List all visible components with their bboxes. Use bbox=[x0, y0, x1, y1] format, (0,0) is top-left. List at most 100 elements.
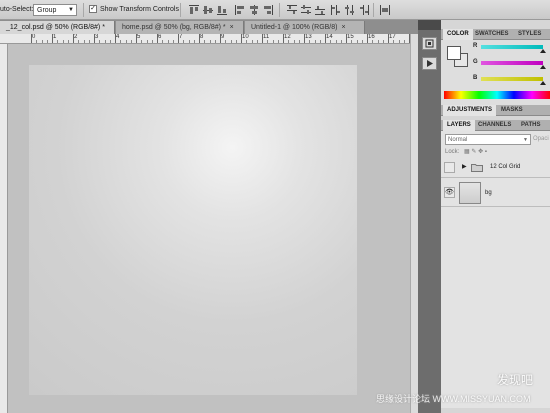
ruler-minor-tick bbox=[172, 40, 174, 43]
ruler-minor-tick bbox=[398, 40, 400, 43]
dock-collapse-bar[interactable] bbox=[418, 20, 441, 30]
ruler-minor-tick bbox=[62, 40, 64, 43]
history-panel-icon[interactable] bbox=[422, 37, 437, 50]
ruler-minor-tick bbox=[372, 40, 374, 43]
close-icon[interactable]: × bbox=[341, 24, 345, 31]
options-separator bbox=[83, 3, 84, 17]
ruler-minor-tick bbox=[193, 40, 195, 43]
lock-position-icon[interactable]: ✥ bbox=[478, 149, 483, 155]
blend-mode-dropdown[interactable]: Normal ▼ bbox=[445, 134, 531, 145]
align-left-icon[interactable] bbox=[234, 4, 246, 16]
ruler-tick bbox=[304, 34, 305, 43]
ruler-minor-tick bbox=[183, 40, 185, 43]
lock-all-icon[interactable]: ▪ bbox=[485, 149, 487, 155]
ruler-tick bbox=[283, 34, 284, 43]
ruler-tick bbox=[52, 34, 53, 43]
green-slider-knob[interactable] bbox=[540, 65, 546, 69]
color-spectrum-bar[interactable] bbox=[444, 91, 550, 99]
visibility-toggle[interactable] bbox=[444, 162, 455, 173]
auto-select-label: uto-Select: bbox=[0, 6, 34, 13]
ruler-tick bbox=[325, 34, 326, 43]
align-top-icon[interactable] bbox=[188, 4, 200, 16]
ruler-tick bbox=[115, 34, 116, 43]
layer-name: 12 Col Grid bbox=[490, 164, 521, 170]
ruler-minor-tick bbox=[99, 40, 101, 43]
tab-layers[interactable]: LAYERS bbox=[443, 120, 475, 131]
ruler-minor-tick bbox=[88, 40, 90, 43]
ruler-minor-tick bbox=[104, 40, 106, 43]
ruler-minor-tick bbox=[246, 40, 248, 43]
ruler-minor-tick bbox=[67, 40, 69, 43]
distribute-top-icon[interactable] bbox=[286, 4, 298, 16]
ruler-minor-tick bbox=[204, 40, 206, 43]
visibility-toggle[interactable]: 👁 bbox=[444, 187, 455, 198]
red-slider-label: R bbox=[473, 43, 478, 49]
layer-row-bg[interactable]: 👁 bg bbox=[441, 179, 550, 207]
ruler-number: 2 bbox=[74, 34, 78, 40]
ruler-tick bbox=[346, 34, 347, 43]
actions-panel-icon[interactable] bbox=[422, 57, 437, 70]
distribute-bottom-icon[interactable] bbox=[314, 4, 326, 16]
tab-home[interactable]: home.psd @ 50% (bg, RGB/8#) * × bbox=[116, 21, 244, 34]
chevron-down-icon: ▼ bbox=[68, 7, 74, 13]
auto-align-icon[interactable] bbox=[379, 4, 391, 16]
red-slider-knob[interactable] bbox=[540, 49, 546, 53]
opacity-label: Opaci bbox=[533, 136, 549, 142]
ruler-minor-tick bbox=[361, 40, 363, 43]
ruler-minor-tick bbox=[141, 40, 143, 43]
blue-slider[interactable] bbox=[481, 77, 543, 81]
ruler-tick bbox=[220, 34, 221, 43]
ruler-number: 6 bbox=[158, 34, 162, 40]
tab-swatches[interactable]: SWATCHES bbox=[471, 29, 513, 40]
ruler-minor-tick bbox=[309, 40, 311, 43]
canvas-workspace[interactable] bbox=[8, 44, 410, 413]
tab-masks[interactable]: MASKS bbox=[497, 105, 527, 116]
layers-panel: Normal ▼ Opaci Lock: ▦ ✎ ✥ ▪ ▶ 12 Col Gr… bbox=[441, 131, 550, 408]
auto-select-dropdown[interactable]: Group ▼ bbox=[33, 4, 77, 16]
expand-arrow-icon[interactable]: ▶ bbox=[462, 163, 467, 170]
blue-slider-knob[interactable] bbox=[540, 81, 546, 85]
lock-row: Lock: ▦ ✎ ✥ ▪ bbox=[445, 148, 487, 155]
ruler-minor-tick bbox=[78, 40, 80, 43]
tab-channels[interactable]: CHANNELS bbox=[474, 120, 515, 131]
lock-transparent-icon[interactable]: ▦ bbox=[464, 149, 470, 155]
ruler-tick bbox=[31, 34, 32, 43]
tab-12-col[interactable]: _12_col.psd @ 50% (RGB/8#) * bbox=[0, 21, 115, 34]
ruler-number: 4 bbox=[116, 34, 120, 40]
red-slider[interactable] bbox=[481, 45, 543, 49]
tab-styles[interactable]: STYLES bbox=[514, 29, 545, 40]
ruler-minor-tick bbox=[377, 40, 379, 43]
align-bottom-icon[interactable] bbox=[216, 4, 228, 16]
ruler-tick bbox=[136, 34, 137, 43]
distribute-vcenter-icon[interactable] bbox=[300, 4, 312, 16]
layer-name: bg bbox=[485, 190, 492, 196]
layer-row-12-col-grid[interactable]: ▶ 12 Col Grid bbox=[441, 158, 550, 178]
ruler-number: 7 bbox=[179, 34, 183, 40]
close-icon[interactable]: × bbox=[230, 24, 234, 31]
tab-paths[interactable]: PATHS bbox=[517, 120, 544, 131]
align-hcenter-icon[interactable] bbox=[248, 4, 260, 16]
foreground-color-swatch[interactable] bbox=[447, 46, 461, 60]
blend-mode-value: Normal bbox=[448, 137, 468, 143]
distribute-hcenter-icon[interactable] bbox=[344, 4, 356, 16]
ruler-minor-tick bbox=[251, 40, 253, 43]
align-right-icon[interactable] bbox=[262, 4, 274, 16]
vertical-scrollbar[interactable] bbox=[410, 34, 418, 413]
ruler-tick bbox=[157, 34, 158, 43]
ruler-number: 3 bbox=[95, 34, 99, 40]
show-transform-checkbox[interactable]: ✓ bbox=[89, 5, 97, 13]
distribute-right-icon[interactable] bbox=[358, 4, 370, 16]
lock-image-icon[interactable]: ✎ bbox=[471, 149, 476, 155]
auto-select-value: Group bbox=[37, 7, 57, 14]
align-vcenter-icon[interactable] bbox=[202, 4, 214, 16]
tab-untitled-1[interactable]: Untitled-1 @ 100% (RGB/8) × bbox=[245, 21, 365, 34]
ruler-number: 0 bbox=[32, 34, 36, 40]
green-slider[interactable] bbox=[481, 61, 543, 65]
document-canvas[interactable] bbox=[29, 65, 357, 395]
ruler-minor-tick bbox=[393, 40, 395, 43]
tab-color[interactable]: COLOR bbox=[443, 29, 473, 40]
ruler-number: 1 bbox=[53, 34, 57, 40]
tab-adjustments[interactable]: ADJUSTMENTS bbox=[443, 105, 497, 116]
chevron-down-icon: ▼ bbox=[523, 137, 528, 143]
distribute-left-icon[interactable] bbox=[330, 4, 342, 16]
